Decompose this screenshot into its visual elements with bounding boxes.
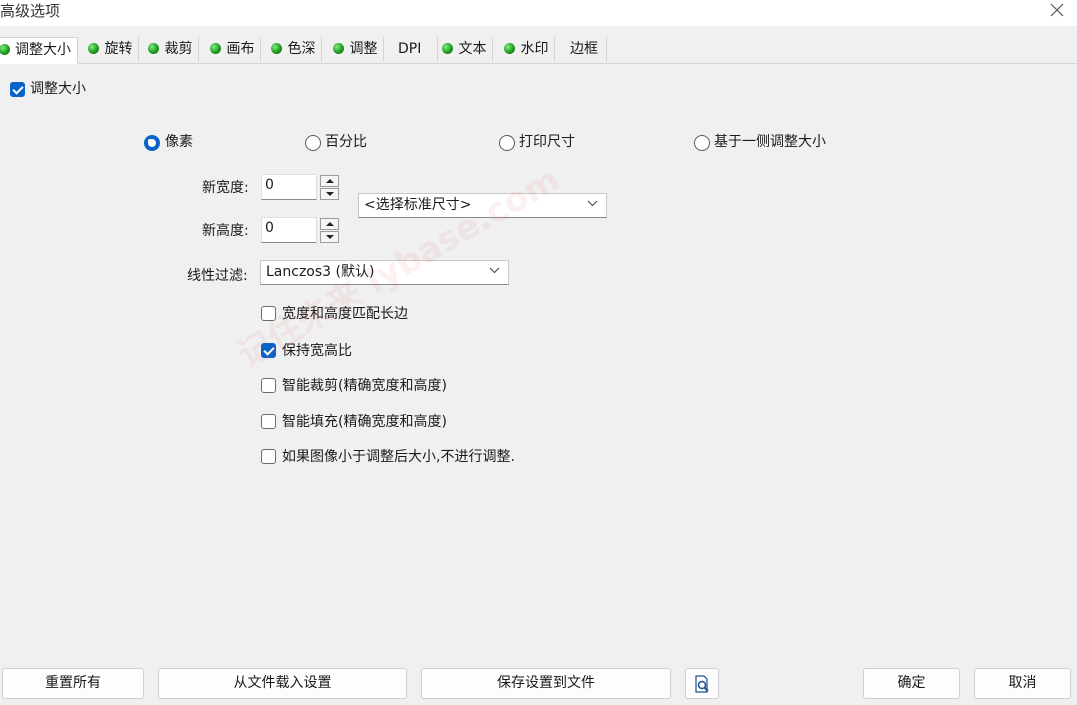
- status-led-icon: [148, 43, 160, 54]
- cancel-button[interactable]: 取消: [974, 668, 1071, 699]
- status-led-icon: [333, 43, 345, 54]
- status-led-icon: [504, 43, 516, 54]
- tab-label: 色深: [287, 41, 316, 57]
- status-led-icon: [210, 43, 222, 54]
- standard-size-value: <选择标准尺寸>: [364, 197, 472, 213]
- skip-if-smaller-checkbox[interactable]: [261, 449, 276, 464]
- keep-aspect-ratio-label: 保持宽高比: [282, 343, 352, 359]
- smart-fill-label: 智能填充(精确宽度和高度): [282, 414, 447, 430]
- close-button[interactable]: [1043, 0, 1071, 22]
- unit-one-side-label: 基于一侧调整大小: [714, 134, 826, 150]
- tab-crop[interactable]: 裁剪: [144, 37, 200, 62]
- tab-resize[interactable]: 调整大小: [0, 37, 78, 64]
- ok-button[interactable]: 确定: [863, 668, 960, 699]
- tab-border[interactable]: 边框: [561, 37, 607, 62]
- height-input[interactable]: 0: [261, 217, 317, 243]
- tab-bar: 调整大小 旋转 裁剪 画布 色深 调整 DPI 文本 水印 边框: [0, 37, 1077, 64]
- unit-print-size-label: 打印尺寸: [519, 134, 575, 150]
- skip-if-smaller-label: 如果图像小于调整后大小,不进行调整.: [282, 449, 515, 465]
- filter-dropdown[interactable]: Lanczos3 (默认): [260, 260, 509, 285]
- match-long-edge-label: 宽度和高度匹配长边: [282, 306, 408, 322]
- chevron-down-icon: [587, 200, 598, 207]
- filter-label: 线性过滤:: [187, 268, 248, 284]
- status-led-icon: [271, 43, 283, 54]
- tab-label: DPI: [398, 41, 422, 57]
- tab-text[interactable]: 文本: [438, 37, 494, 62]
- unit-percent-radio[interactable]: [305, 135, 321, 151]
- width-input[interactable]: 0: [261, 174, 317, 200]
- width-label: 新宽度:: [202, 180, 249, 196]
- chevron-down-icon: [489, 267, 500, 274]
- width-stepper[interactable]: [320, 175, 339, 201]
- tab-label: 画布: [226, 41, 255, 57]
- match-long-edge-checkbox[interactable]: [261, 306, 276, 321]
- status-led-icon: [88, 43, 100, 54]
- tab-label: 调整大小: [15, 42, 71, 58]
- resize-enable-label: 调整大小: [30, 81, 86, 97]
- keep-aspect-ratio-checkbox[interactable]: [261, 343, 276, 358]
- height-increment-button[interactable]: [320, 218, 339, 230]
- smart-crop-label: 智能裁剪(精确宽度和高度): [282, 378, 447, 394]
- smart-fill-checkbox[interactable]: [261, 414, 276, 429]
- tab-color-depth[interactable]: 色深: [267, 37, 323, 62]
- width-decrement-button[interactable]: [320, 188, 339, 200]
- unit-print-size-radio[interactable]: [499, 135, 515, 151]
- smart-crop-checkbox[interactable]: [261, 378, 276, 393]
- status-led-icon: [442, 43, 454, 54]
- tab-label: 水印: [520, 41, 549, 57]
- tab-label: 边框: [570, 41, 598, 57]
- preview-button[interactable]: [685, 668, 719, 699]
- save-settings-button[interactable]: 保存设置到文件: [421, 668, 671, 699]
- filter-value: Lanczos3 (默认): [266, 264, 375, 280]
- tab-rotate[interactable]: 旋转: [84, 37, 140, 62]
- unit-one-side-radio[interactable]: [694, 135, 710, 151]
- unit-pixels-label: 像素: [165, 134, 193, 150]
- load-settings-button[interactable]: 从文件载入设置: [158, 668, 407, 699]
- height-label: 新高度:: [202, 223, 249, 239]
- tab-label: 裁剪: [164, 41, 193, 57]
- tab-dpi[interactable]: DPI: [390, 37, 438, 62]
- height-stepper[interactable]: [320, 218, 339, 244]
- standard-size-dropdown[interactable]: <选择标准尺寸>: [358, 193, 607, 218]
- reset-all-button[interactable]: 重置所有: [2, 668, 144, 699]
- tab-label: 文本: [458, 41, 487, 57]
- tab-adjust[interactable]: 调整: [329, 37, 385, 62]
- resize-enable-checkbox[interactable]: [10, 82, 25, 97]
- tab-label: 调整: [349, 41, 378, 57]
- tab-watermark[interactable]: 水印: [500, 37, 556, 62]
- width-increment-button[interactable]: [320, 175, 339, 187]
- preview-icon: [695, 675, 709, 693]
- close-icon: [1050, 3, 1064, 17]
- height-decrement-button[interactable]: [320, 231, 339, 243]
- tab-label: 旋转: [104, 41, 133, 57]
- window-title: 高级选项: [0, 2, 61, 20]
- unit-pixels-radio[interactable]: [144, 135, 160, 151]
- status-led-icon: [0, 44, 10, 55]
- unit-percent-label: 百分比: [325, 134, 367, 150]
- title-bar: 高级选项: [0, 0, 1077, 26]
- tab-canvas[interactable]: 画布: [206, 37, 262, 62]
